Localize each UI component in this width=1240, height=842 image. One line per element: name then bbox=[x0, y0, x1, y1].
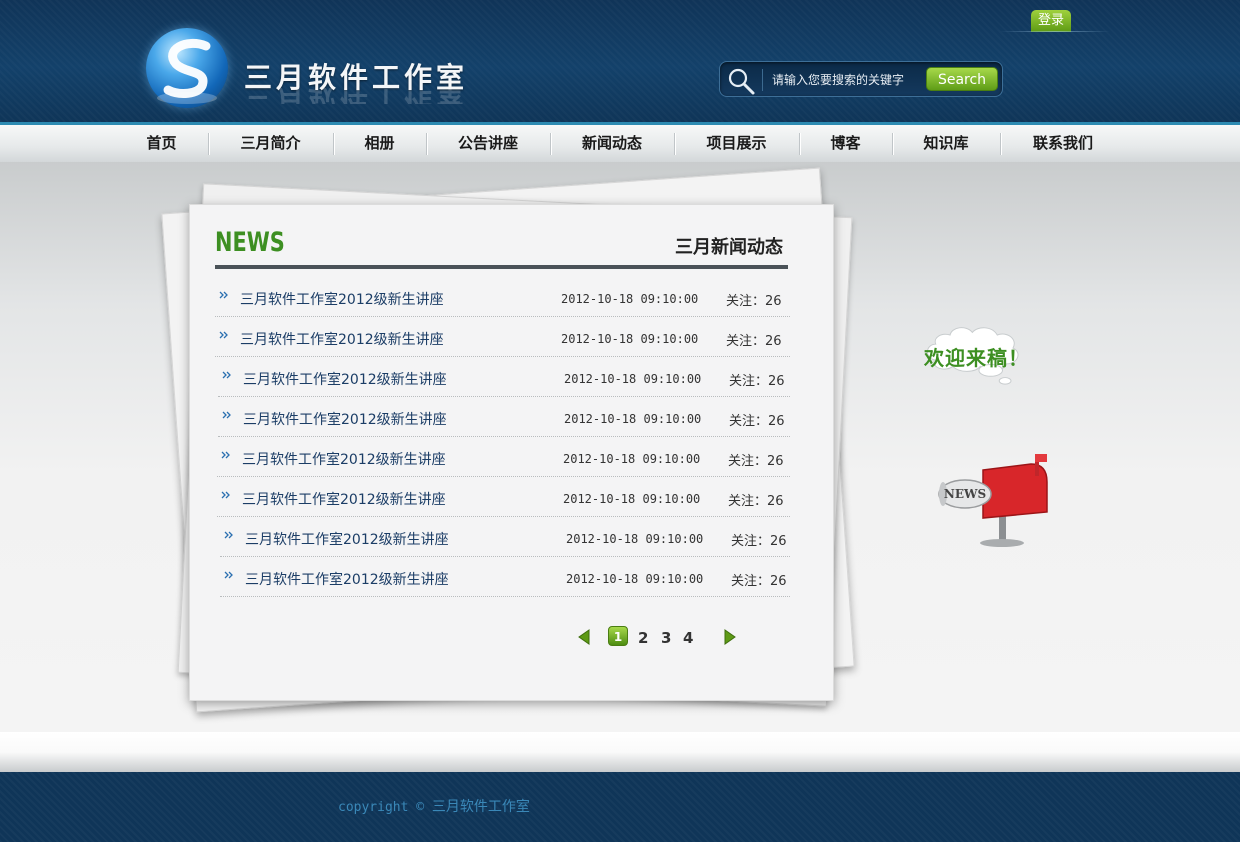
news-row[interactable]: 三月软件工作室2012级新生讲座 2012-10-18 09:10:00 关注：26 bbox=[217, 477, 790, 517]
news-heading: NEWS bbox=[215, 227, 285, 258]
nav-item[interactable]: 知识库 bbox=[892, 125, 1000, 162]
nav-item[interactable]: 博客 bbox=[799, 125, 892, 162]
search-separator bbox=[762, 69, 763, 91]
news-row[interactable]: 三月软件工作室2012级新生讲座 2012-10-18 09:10:00 关注：26 bbox=[215, 277, 790, 317]
copyright-org: 三月软件工作室 bbox=[431, 799, 530, 815]
bullet-arrow-icon bbox=[219, 291, 228, 299]
site-title-reflection: 三月软件工作室 bbox=[244, 88, 468, 104]
news-follow-count: 关注：26 bbox=[726, 294, 782, 309]
news-row[interactable]: 三月软件工作室2012级新生讲座 2012-10-18 09:10:00 关注：26 bbox=[218, 397, 790, 437]
pagination: 1 2 3 4 bbox=[578, 626, 748, 650]
news-datetime: 2012-10-18 09:10:00 bbox=[563, 452, 701, 466]
welcome-text[interactable]: 欢迎来稿！ bbox=[924, 342, 1029, 371]
news-row[interactable]: 三月软件工作室2012级新生讲座 2012-10-18 09:10:00 关注：26 bbox=[220, 517, 790, 557]
news-title-link[interactable]: 三月软件工作室2012级新生讲座 bbox=[243, 369, 447, 389]
news-datetime: 2012-10-18 09:10:00 bbox=[566, 572, 704, 586]
news-title-link[interactable]: 三月软件工作室2012级新生讲座 bbox=[240, 329, 444, 349]
news-datetime: 2012-10-18 09:10:00 bbox=[561, 332, 699, 346]
logo-icon[interactable] bbox=[146, 28, 228, 108]
news-row[interactable]: 三月软件工作室2012级新生讲座 2012-10-18 09:10:00 关注：26 bbox=[220, 557, 790, 597]
copyright: copyright © 三月软件工作室 bbox=[338, 796, 530, 816]
nav-item[interactable]: 公告讲座 bbox=[426, 125, 550, 162]
search-icon bbox=[728, 68, 755, 95]
page-current[interactable]: 1 bbox=[608, 626, 628, 646]
page-link[interactable]: 4 bbox=[683, 629, 693, 647]
next-page-icon[interactable] bbox=[724, 629, 736, 645]
news-title-link[interactable]: 三月软件工作室2012级新生讲座 bbox=[243, 409, 447, 429]
bullet-arrow-icon bbox=[219, 331, 228, 339]
prev-page-icon[interactable] bbox=[578, 629, 590, 645]
search-button[interactable]: Search bbox=[926, 67, 998, 91]
copyright-prefix: copyright © bbox=[338, 800, 432, 815]
mailbox-label: NEWS bbox=[944, 487, 986, 501]
news-follow-count: 关注：26 bbox=[731, 574, 787, 589]
news-datetime: 2012-10-18 09:10:00 bbox=[566, 532, 704, 546]
login-divider bbox=[1000, 31, 1110, 32]
news-title-link[interactable]: 三月软件工作室2012级新生讲座 bbox=[242, 489, 446, 509]
login-button[interactable]: 登录 bbox=[1031, 10, 1071, 32]
bullet-arrow-icon bbox=[221, 451, 230, 459]
news-follow-count: 关注：26 bbox=[728, 454, 784, 469]
news-title-link[interactable]: 三月软件工作室2012级新生讲座 bbox=[245, 529, 449, 549]
header: 三月软件工作室 三月软件工作室 登录 Search bbox=[0, 0, 1240, 122]
news-follow-count: 关注：26 bbox=[729, 374, 785, 389]
mailbox-icon[interactable]: NEWS bbox=[935, 450, 1055, 550]
news-follow-count: 关注：26 bbox=[729, 414, 785, 429]
bullet-arrow-icon bbox=[222, 371, 231, 379]
bullet-arrow-icon bbox=[221, 491, 230, 499]
nav-item[interactable]: 项目展示 bbox=[674, 125, 799, 162]
news-row[interactable]: 三月软件工作室2012级新生讲座 2012-10-18 09:10:00 关注：26 bbox=[217, 437, 790, 477]
bullet-arrow-icon bbox=[224, 531, 233, 539]
nav-item[interactable]: 相册 bbox=[333, 125, 426, 162]
search-input[interactable] bbox=[772, 70, 922, 90]
news-title-link[interactable]: 三月软件工作室2012级新生讲座 bbox=[245, 569, 449, 589]
news-datetime: 2012-10-18 09:10:00 bbox=[564, 412, 702, 426]
nav-list: 首页 三月简介 相册 公告讲座 新闻动态 项目展示 博客 知识库 联系我们 bbox=[115, 125, 1126, 162]
news-list: 三月软件工作室2012级新生讲座 2012-10-18 09:10:00 关注：26… bbox=[215, 277, 790, 597]
news-datetime: 2012-10-18 09:10:00 bbox=[564, 372, 702, 386]
bullet-arrow-icon bbox=[224, 571, 233, 579]
news-datetime: 2012-10-18 09:10:00 bbox=[563, 492, 701, 506]
nav-item[interactable]: 新闻动态 bbox=[550, 125, 674, 162]
news-title-link[interactable]: 三月软件工作室2012级新生讲座 bbox=[240, 289, 444, 309]
bullet-arrow-icon bbox=[222, 411, 231, 419]
search-box: Search bbox=[719, 61, 1003, 97]
page-link[interactable]: 3 bbox=[661, 629, 671, 647]
footer-separator bbox=[0, 732, 1240, 772]
news-row[interactable]: 三月软件工作室2012级新生讲座 2012-10-18 09:10:00 关注：26 bbox=[215, 317, 790, 357]
news-row[interactable]: 三月软件工作室2012级新生讲座 2012-10-18 09:10:00 关注：26 bbox=[218, 357, 790, 397]
footer: copyright © 三月软件工作室 bbox=[0, 772, 1240, 842]
nav-item[interactable]: 首页 bbox=[115, 125, 208, 162]
news-subheading: 三月新闻动态 bbox=[675, 237, 783, 258]
nav-item[interactable]: 联系我们 bbox=[1000, 125, 1126, 162]
page-link[interactable]: 2 bbox=[638, 629, 648, 647]
main-nav: 首页 三月简介 相册 公告讲座 新闻动态 项目展示 博客 知识库 联系我们 bbox=[0, 122, 1240, 162]
news-panel: NEWS 三月新闻动态 三月软件工作室2012级新生讲座 2012-10-18 0… bbox=[189, 204, 834, 701]
news-follow-count: 关注：26 bbox=[728, 494, 784, 509]
news-divider bbox=[215, 265, 788, 269]
news-follow-count: 关注：26 bbox=[731, 534, 787, 549]
news-title-link[interactable]: 三月软件工作室2012级新生讲座 bbox=[242, 449, 446, 469]
nav-item[interactable]: 三月简介 bbox=[208, 125, 333, 162]
news-datetime: 2012-10-18 09:10:00 bbox=[561, 292, 699, 306]
news-follow-count: 关注：26 bbox=[726, 334, 782, 349]
